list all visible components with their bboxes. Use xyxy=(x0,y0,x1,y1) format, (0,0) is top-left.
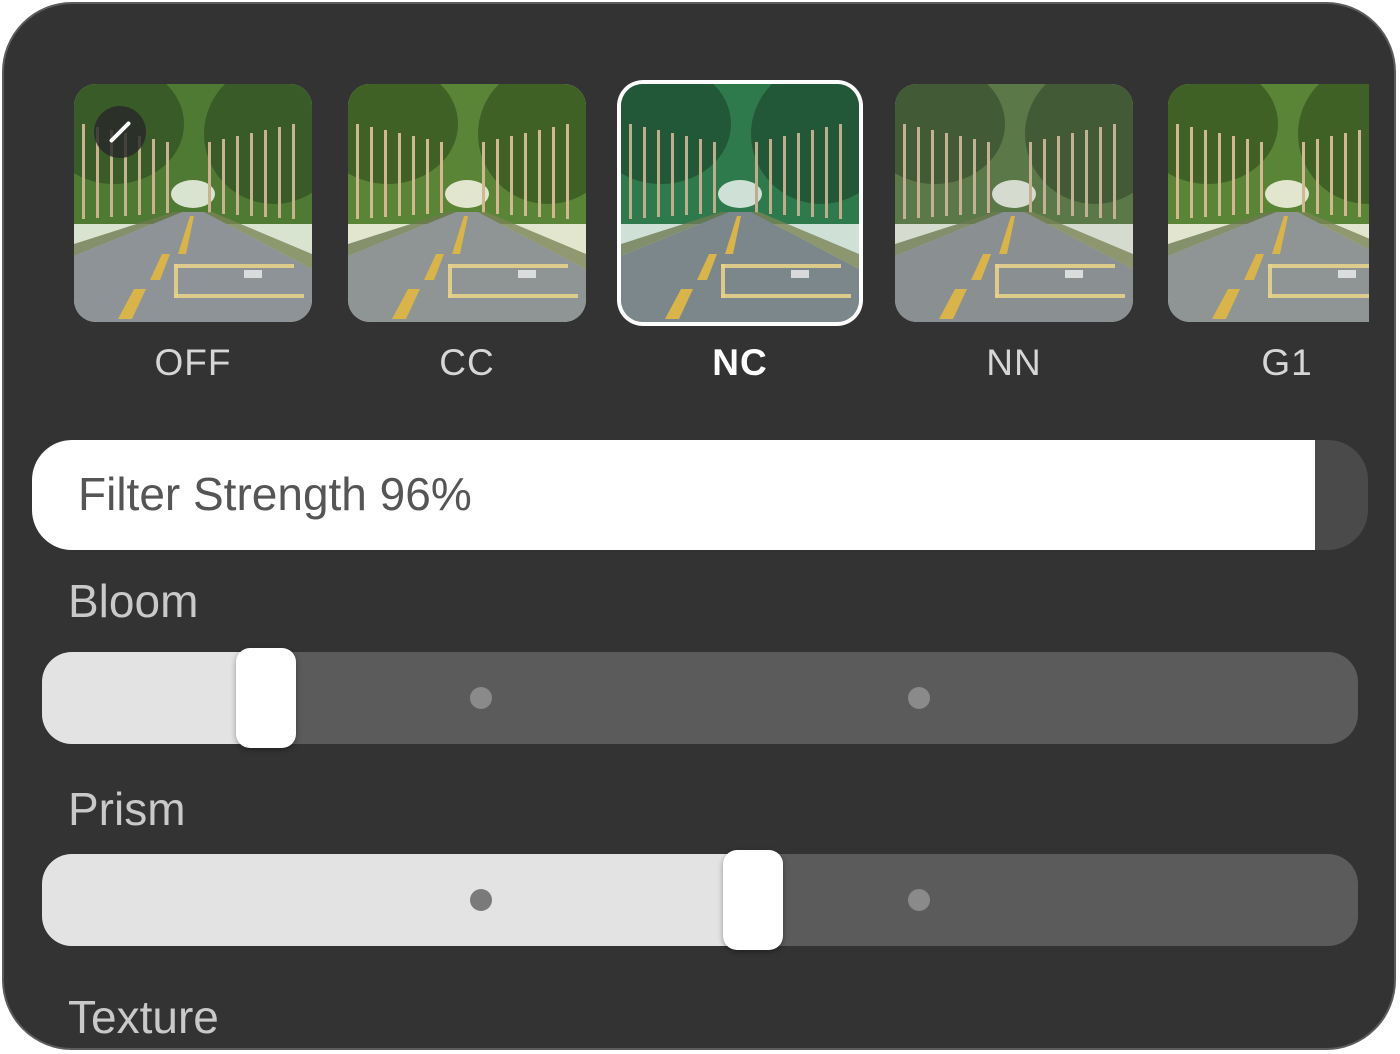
bloom-slider-tick xyxy=(908,687,931,709)
filter-label: NC xyxy=(712,342,768,383)
filter-panel: OFF CC NC NN G1 Filter Strength 96% Bloo… xyxy=(2,2,1396,1050)
filter-label: G1 xyxy=(1261,342,1313,383)
bloom-slider-tick xyxy=(469,687,492,709)
filter-nc[interactable]: NC xyxy=(621,84,859,384)
filter-g1[interactable]: G1 xyxy=(1168,84,1369,384)
filter-strip[interactable]: OFF CC NC NN G1 xyxy=(4,4,1369,404)
filter-label: CC xyxy=(439,342,495,383)
prism-label: Prism xyxy=(68,783,186,835)
prism-slider-tick xyxy=(469,889,492,911)
prism-slider[interactable] xyxy=(42,850,1358,950)
bloom-slider[interactable] xyxy=(42,648,1358,748)
filter-thumbnail[interactable] xyxy=(1168,84,1369,322)
filter-strength-label: Filter Strength 96% xyxy=(78,468,472,520)
filter-label: OFF xyxy=(154,342,232,383)
bloom-slider-fill xyxy=(42,652,266,744)
filter-thumbnail[interactable] xyxy=(621,84,859,322)
pencil-icon[interactable] xyxy=(94,106,146,158)
bloom-slider-handle[interactable] xyxy=(235,648,296,748)
filter-nn[interactable]: NN xyxy=(895,84,1133,384)
filter-cc[interactable]: CC xyxy=(348,84,586,384)
filter-thumbnail[interactable] xyxy=(895,84,1133,322)
filter-thumbnail[interactable] xyxy=(348,84,586,322)
filter-off[interactable]: OFF xyxy=(74,84,312,384)
texture-label: Texture xyxy=(68,991,219,1043)
prism-slider-tick xyxy=(908,889,931,911)
prism-slider-fill xyxy=(42,854,753,946)
filter-label: NN xyxy=(986,342,1042,383)
bloom-label: Bloom xyxy=(68,575,199,627)
filter-strength-bar[interactable]: Filter Strength 96% xyxy=(32,440,1368,550)
prism-slider-handle[interactable] xyxy=(722,850,783,950)
